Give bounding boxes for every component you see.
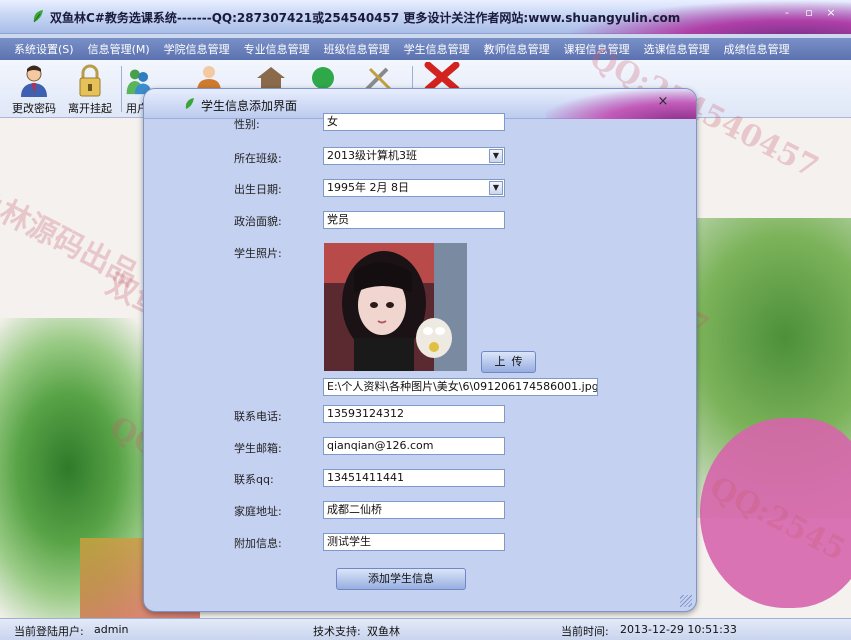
birth-label: 出生日期: — [234, 183, 282, 196]
student-photo — [324, 243, 467, 371]
leaf-icon — [185, 98, 194, 109]
student-add-dialog: 学生信息添加界面 × 性别: 女 所在班级: 2013级计算机3班 ▼ 出生日期… — [143, 88, 697, 612]
email-field[interactable]: qianqian@126.com — [323, 437, 505, 455]
toolbar-label: 离开挂起 — [68, 102, 112, 115]
email-label: 学生邮箱: — [234, 442, 282, 455]
photo-path-field[interactable]: E:\个人资料\各种图片\美女\6\091206174586001.jpg — [323, 378, 598, 396]
chevron-down-icon[interactable]: ▼ — [489, 181, 503, 195]
menu-course[interactable]: 课程信息管理 — [564, 41, 630, 57]
resize-grip[interactable] — [680, 595, 692, 607]
menu-score[interactable]: 成绩信息管理 — [724, 41, 790, 57]
memo-field[interactable]: 测试学生 — [323, 533, 505, 551]
photo-label: 学生照片: — [234, 247, 282, 260]
change-password-button[interactable]: 更改密码 — [6, 62, 62, 116]
birth-date-value: 1995年 2月 8日 — [327, 181, 409, 194]
photo-image — [324, 243, 467, 371]
menu-info-management[interactable]: 信息管理(M) — [88, 41, 150, 57]
gender-label: 性别: — [234, 118, 260, 131]
status-support-value: 双鱼林 — [367, 625, 400, 638]
status-bar: 当前登陆用户: admin 技术支持: 双鱼林 当前时间: 2013-12-29… — [0, 618, 851, 640]
politics-field[interactable]: 党员 — [323, 211, 505, 229]
user-icon — [21, 65, 47, 97]
minimize-button[interactable]: - — [778, 6, 796, 20]
memo-label: 附加信息: — [234, 537, 282, 550]
window-title: 双鱼林C#教务选课系统-------QQ:287307421或254540457… — [50, 11, 681, 25]
status-user-label: 当前登陆用户: — [14, 625, 84, 638]
upload-button[interactable]: 上传 — [481, 351, 536, 373]
dialog-body: 性别: 女 所在班级: 2013级计算机3班 ▼ 出生日期: 1995年 2月 … — [144, 113, 696, 611]
menu-major[interactable]: 专业信息管理 — [244, 41, 310, 57]
close-button[interactable]: × — [822, 6, 840, 20]
address-field[interactable]: 成都二仙桥 — [323, 501, 505, 519]
lock-screen-button[interactable]: 离开挂起 — [62, 62, 118, 116]
address-label: 家庭地址: — [234, 505, 282, 518]
status-time-label: 当前时间: — [561, 625, 609, 638]
dialog-close-button[interactable]: × — [656, 95, 670, 109]
class-select[interactable]: 2013级计算机3班 ▼ — [323, 147, 505, 165]
class-label: 所在班级: — [234, 152, 282, 165]
menu-system-settings[interactable]: 系统设置(S) — [14, 41, 74, 57]
background-heart — [700, 418, 851, 608]
main-window: 双鱼林C#教务选课系统-------QQ:287307421或254540457… — [0, 0, 851, 640]
status-support-label: 技术支持: — [313, 625, 361, 638]
menu-college[interactable]: 学院信息管理 — [164, 41, 230, 57]
menu-student[interactable]: 学生信息管理 — [404, 41, 470, 57]
toolbar-separator — [121, 66, 122, 112]
status-time-value: 2013-12-29 10:51:33 — [620, 623, 737, 636]
add-student-button[interactable]: 添加学生信息 — [336, 568, 466, 590]
gender-field[interactable]: 女 — [323, 113, 505, 131]
dialog-title: 学生信息添加界面 — [201, 99, 298, 113]
status-user-value: admin — [94, 623, 129, 636]
dialog-title-decoration — [546, 89, 696, 119]
toolbar-label: 更改密码 — [12, 102, 56, 115]
politics-label: 政治面貌: — [234, 215, 282, 228]
menu-course-selection[interactable]: 选课信息管理 — [644, 41, 710, 57]
menu-class[interactable]: 班级信息管理 — [324, 41, 390, 57]
chevron-down-icon[interactable]: ▼ — [489, 149, 503, 163]
menu-bar: 系统设置(S) 信息管理(M) 学院信息管理 专业信息管理 班级信息管理 学生信… — [0, 38, 851, 60]
lock-icon — [79, 64, 101, 97]
qq-label: 联系qq: — [234, 473, 274, 486]
leaf-icon — [33, 10, 43, 23]
phone-label: 联系电话: — [234, 410, 282, 423]
menu-teacher[interactable]: 教师信息管理 — [484, 41, 550, 57]
phone-field[interactable]: 13593124312 — [323, 405, 505, 423]
birth-date-picker[interactable]: 1995年 2月 8日 ▼ — [323, 179, 505, 197]
maximize-button[interactable]: ▫ — [800, 6, 818, 20]
qq-field[interactable]: 13451411441 — [323, 469, 505, 487]
title-bar: 双鱼林C#教务选课系统-------QQ:287307421或254540457… — [0, 0, 851, 34]
class-select-value: 2013级计算机3班 — [327, 149, 417, 162]
